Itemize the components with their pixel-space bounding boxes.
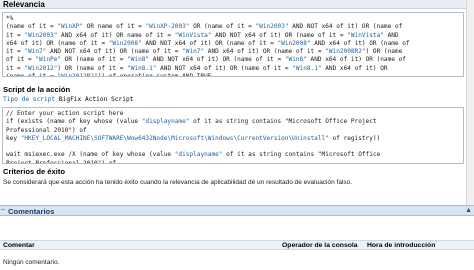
comments-section-header[interactable]: − Comentarios ▲ xyxy=(0,205,474,216)
column-header-console-operator[interactable]: Operador de la consola xyxy=(282,242,358,249)
vertical-scrollbar[interactable] xyxy=(466,0,474,205)
no-comments-message: Ningún comentario. xyxy=(3,259,60,266)
code-line: (name of it = "WinXP" OR name of it = "W… xyxy=(6,23,403,31)
relevance-code-box[interactable]: *% (name of it = "WinXP" OR name of it = … xyxy=(2,12,464,77)
relevance-title: Relevancia xyxy=(3,0,45,9)
code-line: it = "Win7" AND NOT x64 of it) OR (name … xyxy=(6,48,403,56)
code-line: Project Professional 2010") of xyxy=(6,159,117,164)
script-type-label: Tipo de script xyxy=(3,96,56,103)
code-line: x64 of it) OR (name of it = "Win2008" AN… xyxy=(6,39,410,47)
comments-title: Comentarios xyxy=(8,207,55,216)
script-type-row: Tipo de script BigFix Action Script xyxy=(3,96,133,103)
code-line: key "HKEY_LOCAL_MACHINE\SOFTWARE\Wow6432… xyxy=(6,134,381,142)
code-line: // Enter your action script here xyxy=(6,110,124,117)
collapse-arrow-icon[interactable]: ▲ xyxy=(465,207,472,214)
code-line: of it = "WinPe" OR (name of it = "Win8" … xyxy=(6,56,406,64)
script-type-value: BigFix Action Script xyxy=(58,96,134,103)
code-line: *% xyxy=(6,15,14,22)
code-line: if (exists (name of key whose (value "di… xyxy=(6,118,377,126)
comments-table-header: Comentar Operador de la consola Hora de … xyxy=(0,240,474,250)
success-criteria-title: Criterios de éxito xyxy=(3,167,66,176)
action-script-title: Script de la acción xyxy=(3,85,71,94)
code-line: Professional 2010") of xyxy=(6,126,87,134)
code-line: it = "Win2003" AND x64 of it) OR name of… xyxy=(6,31,399,39)
success-criteria-text: Se considerará que esta acción ha tenido… xyxy=(3,179,353,186)
collapse-toggle-icon[interactable]: − xyxy=(1,207,5,214)
relevance-header: Relevancia xyxy=(0,0,466,9)
code-line: (name of it = "Win2012R2")) of operating… xyxy=(6,73,212,77)
action-script-code-box[interactable]: // Enter your action script here if (exis… xyxy=(2,107,464,164)
column-header-entry-time[interactable]: Hora de introducción xyxy=(367,242,435,249)
code-line: it = "Win2012") OR (name of it = "Win8.1… xyxy=(6,64,388,72)
column-header-comment[interactable]: Comentar xyxy=(3,242,35,249)
code-line: wait msiexec.exe /X (name of key whose (… xyxy=(6,151,381,159)
